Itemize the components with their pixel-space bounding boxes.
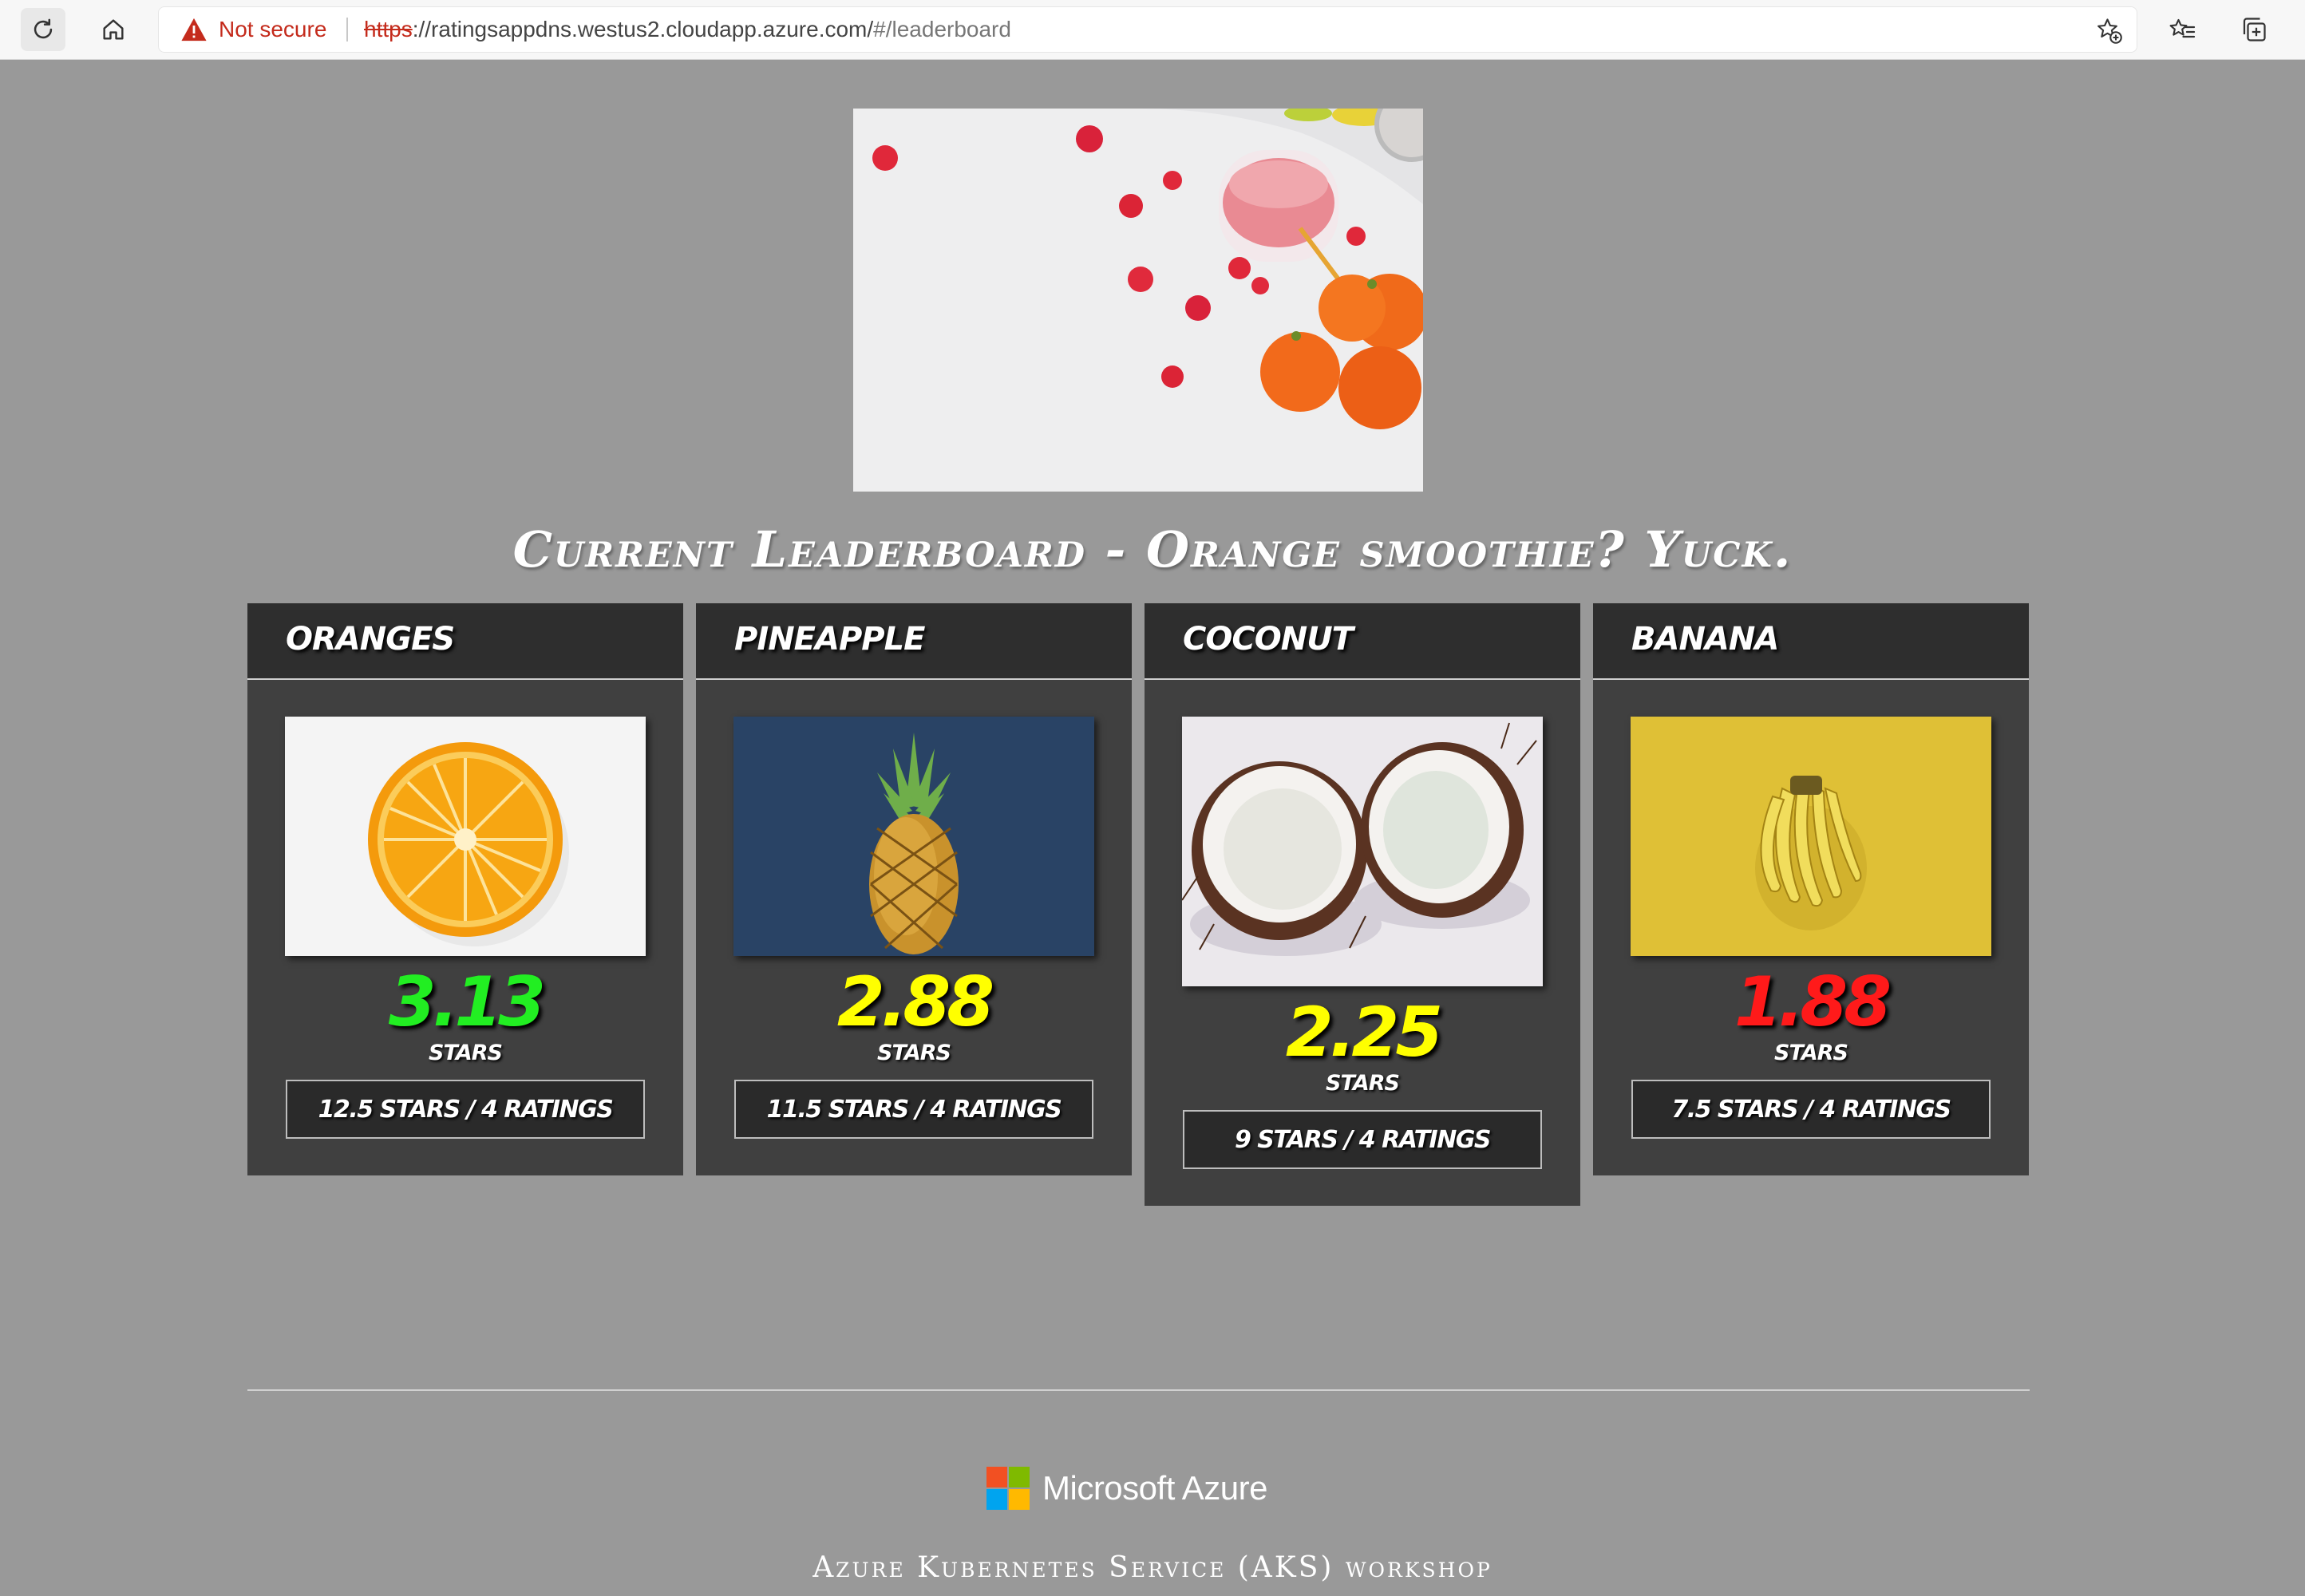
favorites-button[interactable]	[2160, 8, 2204, 51]
url-host: ://ratingsappdns.westus2.cloudapp.azure.…	[412, 17, 874, 41]
stars-label: STARS	[429, 1041, 503, 1065]
fruit-card-pineapple: PINEAPPLE 2.88 STARS 11.5 STARS / 4 RATI…	[696, 603, 1132, 1175]
logo-square-yellow	[1009, 1489, 1030, 1510]
card-title: BANANA	[1631, 621, 1779, 658]
security-status[interactable]: Not secure	[219, 14, 326, 45]
fruit-card-banana: BANANA 1.88 STARS 7.5 STARS / 4 RATINGS	[1593, 603, 2029, 1175]
ratings-summary: 11.5 STARS / 4 RATINGS	[734, 1080, 1093, 1139]
average-score: 1.88	[1734, 962, 1892, 1042]
fruit-card-oranges: ORANGES 3.13 STARS 12.5 STARS / 4 RATING…	[247, 603, 683, 1175]
fruit-card-coconut: COCONUT 2.25 STARS 9 STARS / 4 RATINGS	[1145, 603, 1580, 1206]
warning-icon	[181, 18, 207, 41]
logo-square-blue	[986, 1489, 1007, 1510]
collections-button[interactable]	[2232, 8, 2276, 51]
url-scheme: https	[364, 17, 413, 41]
ratings-summary: 7.5 STARS / 4 RATINGS	[1631, 1080, 1991, 1139]
stars-label: STARS	[877, 1041, 951, 1065]
url-text[interactable]: https://ratingsappdns.westus2.cloudapp.a…	[364, 14, 1011, 45]
url-path: #/leaderboard	[873, 17, 1011, 41]
address-bar[interactable]: Not secure https://ratingsappdns.westus2…	[158, 6, 2137, 53]
home-button[interactable]	[91, 8, 136, 51]
collections-icon	[2243, 18, 2266, 41]
microsoft-logo-icon	[986, 1467, 1030, 1510]
refresh-icon	[34, 18, 53, 39]
page-title: Current Leaderboard - Orange smoothie? Y…	[512, 520, 1793, 579]
card-header: COCONUT	[1145, 603, 1580, 680]
average-score: 2.25	[1285, 993, 1443, 1073]
banana-photo	[1631, 717, 1991, 956]
favorites-icon	[2169, 18, 2196, 38]
card-header: BANANA	[1593, 603, 2029, 680]
coconut-photo	[1182, 717, 1543, 986]
logo-square-green	[1009, 1467, 1030, 1487]
card-title: COCONUT	[1183, 621, 1354, 658]
brand-name: Microsoft Azure	[1042, 1469, 1267, 1507]
card-header: PINEAPPLE	[696, 603, 1132, 680]
logo-square-red	[986, 1467, 1007, 1487]
stars-label: STARS	[1774, 1041, 1848, 1065]
average-score: 3.13	[388, 962, 546, 1042]
ratings-summary: 9 STARS / 4 RATINGS	[1183, 1110, 1542, 1169]
smoothie-photo	[853, 109, 1423, 492]
stars-label: STARS	[1326, 1071, 1400, 1096]
refresh-button[interactable]	[21, 8, 65, 51]
card-header: ORANGES	[247, 603, 683, 680]
footer-divider	[247, 1389, 2030, 1391]
microsoft-azure-logo: Microsoft Azure	[986, 1467, 1267, 1510]
pineapple-photo	[733, 717, 1094, 956]
orange-photo	[285, 717, 646, 956]
ratings-summary: 12.5 STARS / 4 RATINGS	[286, 1080, 645, 1139]
average-score: 2.88	[836, 962, 994, 1042]
address-separator	[346, 18, 348, 41]
browser-toolbar: Not secure https://ratingsappdns.westus2…	[0, 0, 2305, 60]
home-icon	[103, 19, 124, 40]
card-title: PINEAPPLE	[734, 621, 925, 658]
footer-caption: Azure Kubernetes Service (AKS) workshop	[812, 1551, 1493, 1584]
card-title: ORANGES	[286, 621, 455, 658]
add-favorite-icon[interactable]	[2094, 16, 2123, 45]
hero-image	[853, 109, 1423, 492]
